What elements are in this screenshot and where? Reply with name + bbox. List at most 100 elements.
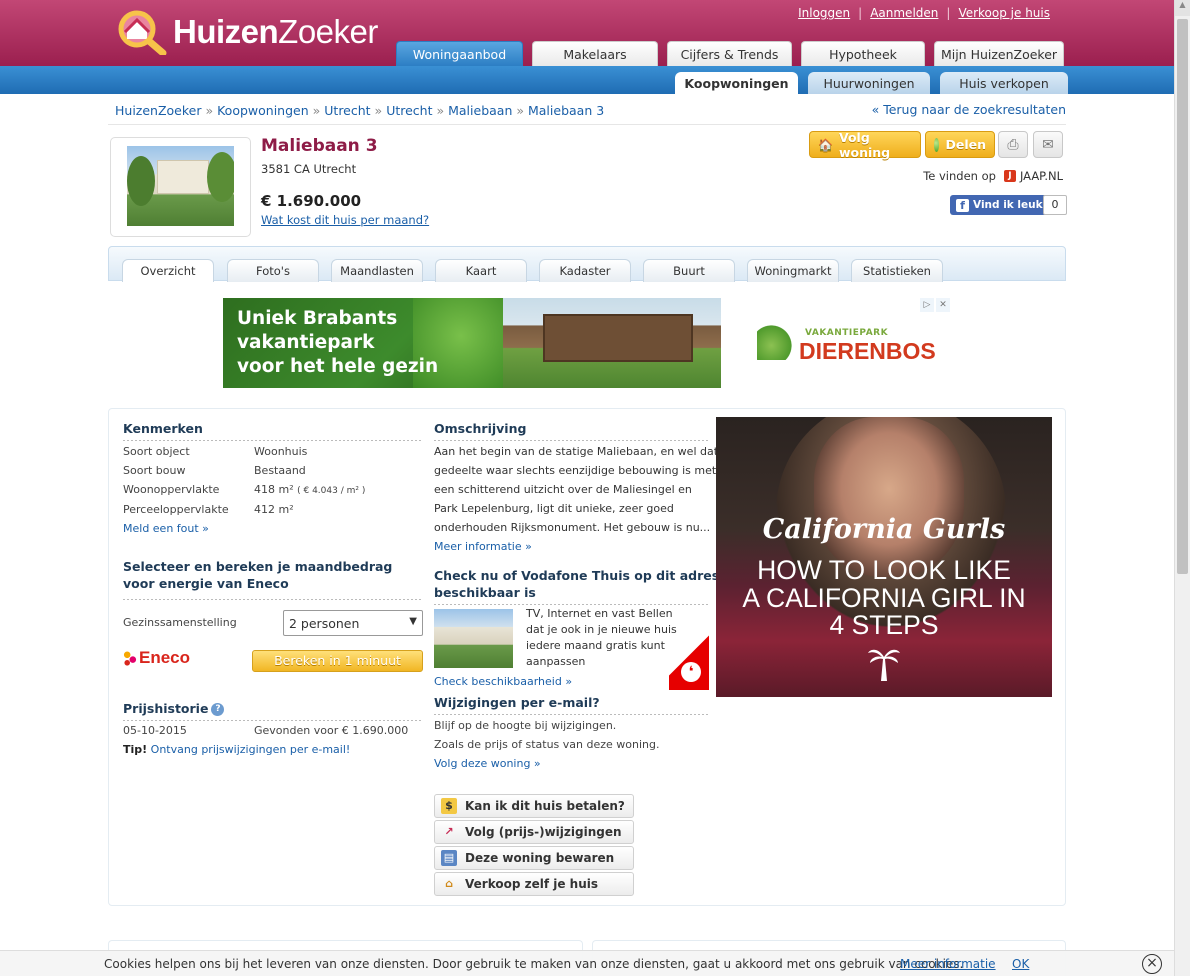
ad-choices-icon[interactable]: ▷: [920, 298, 934, 312]
tab-cijfers-trends[interactable]: Cijfers & Trends: [667, 41, 792, 66]
ad-slogan-line: vakantiepark: [237, 332, 375, 353]
back-to-results-link[interactable]: « Terug naar de zoekresultaten: [872, 102, 1066, 117]
eneco-logo: Eneco: [123, 648, 190, 668]
vodafone-text: TV, Internet en vast Bellen dat je ook i…: [526, 606, 677, 670]
tab-kaart[interactable]: Kaart: [435, 259, 527, 282]
price-history-heading: Prijshistorie?: [123, 701, 225, 716]
ad-title: California Gurls: [762, 514, 1006, 545]
jaap-logo-icon: J: [1003, 170, 1016, 182]
feature-value: 412 m²: [254, 503, 294, 516]
feature-label: Perceeloppervlakte: [123, 503, 229, 516]
divider: [123, 599, 423, 600]
breadcrumb: HuizenZoeker » Koopwoningen » Utrecht » …: [115, 103, 605, 118]
scrollbar[interactable]: ▲: [1174, 0, 1190, 976]
subtab-huurwoningen[interactable]: Huurwoningen: [808, 72, 930, 94]
energy-heading-line: voor energie van Eneco: [123, 576, 289, 591]
tab-statistieken[interactable]: Statistieken: [851, 259, 943, 282]
ad-headline-line: A CALIFORNIA GIRL IN: [742, 582, 1026, 613]
tip-label: Tip!: [123, 743, 148, 756]
cookie-more-info-link[interactable]: Meer informatie: [900, 957, 996, 971]
tab-hypotheek[interactable]: Hypotheek: [801, 41, 925, 66]
price-per-m2: ( € 4.043 / m² ): [297, 486, 366, 496]
monthly-cost-link[interactable]: Wat kost dit huis per maand?: [261, 213, 429, 227]
vodafone-line: dat je ook in je nieuwe huis: [526, 623, 677, 636]
close-icon[interactable]: ×: [1142, 954, 1162, 974]
breadcrumb-link[interactable]: HuizenZoeker: [115, 103, 202, 118]
breadcrumb-link[interactable]: Utrecht: [324, 103, 370, 118]
sell-house-link[interactable]: Verkoop je huis: [958, 6, 1050, 20]
ad-slogan: Uniek Brabants vakantiepark voor het hel…: [237, 307, 438, 379]
calculate-button[interactable]: Bereken in 1 minuut: [252, 650, 423, 672]
follow-price-changes-button[interactable]: ↗ Volg (prijs-)wijzigingen: [434, 820, 634, 844]
breadcrumb-link[interactable]: Maliebaan 3: [528, 103, 604, 118]
vodafone-line: iedere maand gratis kunt: [526, 639, 665, 652]
login-link[interactable]: Inloggen: [798, 6, 850, 20]
subtab-koopwoningen[interactable]: Koopwoningen: [675, 72, 798, 94]
breadcrumb-link[interactable]: Utrecht: [386, 103, 432, 118]
listing-thumbnail[interactable]: [110, 137, 251, 237]
subtab-huis-verkopen[interactable]: Huis verkopen: [940, 72, 1068, 94]
follow-listing-button[interactable]: 🏠 Volg woning: [809, 129, 921, 160]
tab-overzicht[interactable]: Overzicht: [122, 259, 214, 282]
ad-choices[interactable]: ▷ ✕: [920, 298, 951, 312]
tab-mijn-huizenzoeker[interactable]: Mijn HuizenZoeker: [934, 41, 1064, 66]
dierenbos-leaf-icon: [757, 324, 793, 360]
price-history-title: Prijshistorie: [123, 701, 209, 716]
breadcrumb-link[interactable]: Maliebaan: [448, 103, 512, 118]
separator: |: [946, 6, 951, 20]
ad-headline-line: HOW TO LOOK LIKE: [757, 555, 1011, 585]
save-listing-button[interactable]: ▤ Deze woning bewaren: [434, 846, 634, 870]
facebook-icon: f: [956, 198, 969, 212]
save-listing-label: Deze woning bewaren: [465, 851, 615, 865]
tab-woningaanbod[interactable]: Woningaanbod: [396, 41, 523, 66]
household-label: Gezinssamenstelling: [123, 616, 237, 629]
breadcrumb-link[interactable]: Koopwoningen: [217, 103, 309, 118]
check-availability-link[interactable]: Check beschikbaarheid »: [434, 675, 572, 688]
more-info-link[interactable]: Meer informatie »: [434, 540, 532, 553]
description-line: Park Lepelenburg, ligt dit unieke, zeer …: [434, 502, 674, 515]
follow-listing-link[interactable]: Volg deze woning »: [434, 757, 541, 770]
register-link[interactable]: Aanmelden: [870, 6, 938, 20]
affordability-button[interactable]: $ Kan ik dit huis betalen?: [434, 794, 634, 818]
follow-listing-label: Volg woning: [838, 129, 891, 160]
tab-fotos[interactable]: Foto's: [227, 259, 319, 282]
chevron-down-icon: ▼: [409, 616, 417, 627]
ad-banner-dierenbos[interactable]: Uniek Brabants vakantiepark voor het hel…: [223, 298, 951, 388]
report-error-link[interactable]: Meld een fout »: [123, 522, 209, 535]
share-button[interactable]: Delen: [925, 131, 995, 158]
facebook-like-count: 0: [1043, 195, 1067, 215]
ad-brand-name: DIERENBOS: [799, 338, 936, 364]
help-icon[interactable]: ?: [211, 703, 225, 716]
print-button[interactable]: ⎙: [998, 131, 1028, 158]
tab-woningmarkt[interactable]: Woningmarkt: [747, 259, 839, 282]
save-disk-icon: ▤: [441, 850, 457, 866]
facebook-like-button[interactable]: f Vind ik leuk: [950, 195, 1049, 215]
sell-yourself-button[interactable]: ⌂ Verkoop zelf je huis: [434, 872, 634, 896]
energy-heading: Selecteer en bereken je maandbedrag voor…: [123, 558, 392, 592]
ad-face-graphic: [814, 417, 964, 577]
ad-close-icon[interactable]: ✕: [936, 298, 950, 312]
follow-price-changes-label: Volg (prijs-)wijzigingen: [465, 825, 622, 839]
divider: [123, 440, 423, 441]
cookie-ok-link[interactable]: OK: [1012, 957, 1029, 971]
tab-kadaster[interactable]: Kadaster: [539, 259, 631, 282]
divider: [108, 124, 1066, 125]
scrollbar-thumb[interactable]: [1177, 19, 1188, 574]
found-on: Te vinden op J JAAP.NL: [923, 169, 1063, 183]
logo-text-light: Zoeker: [278, 13, 378, 50]
ad-california-gurls[interactable]: California Gurls HOW TO LOOK LIKE A CALI…: [716, 417, 1052, 697]
tab-buurt[interactable]: Buurt: [643, 259, 735, 282]
email-button[interactable]: ✉: [1033, 131, 1063, 158]
divider: [434, 714, 708, 715]
email-changes-text: Blijf op de hoogte bij wijzigingen.: [434, 719, 617, 732]
price-alert-link[interactable]: Ontvang prijswijzigingen per e-mail!: [151, 743, 351, 756]
logo[interactable]: HuizenZoeker: [113, 6, 378, 58]
scroll-up-arrow-icon[interactable]: ▲: [1175, 0, 1190, 16]
tab-makelaars[interactable]: Makelaars: [532, 41, 658, 66]
cookie-bar: Cookies helpen ons bij het leveren van o…: [0, 950, 1174, 976]
found-on-site[interactable]: JAAP.NL: [1020, 169, 1063, 183]
vodafone-logo-icon: ❛: [669, 630, 709, 690]
kenmerken-heading: Kenmerken: [123, 421, 203, 436]
household-select[interactable]: 2 personen ▼: [283, 610, 423, 636]
tab-maandlasten[interactable]: Maandlasten: [331, 259, 423, 282]
